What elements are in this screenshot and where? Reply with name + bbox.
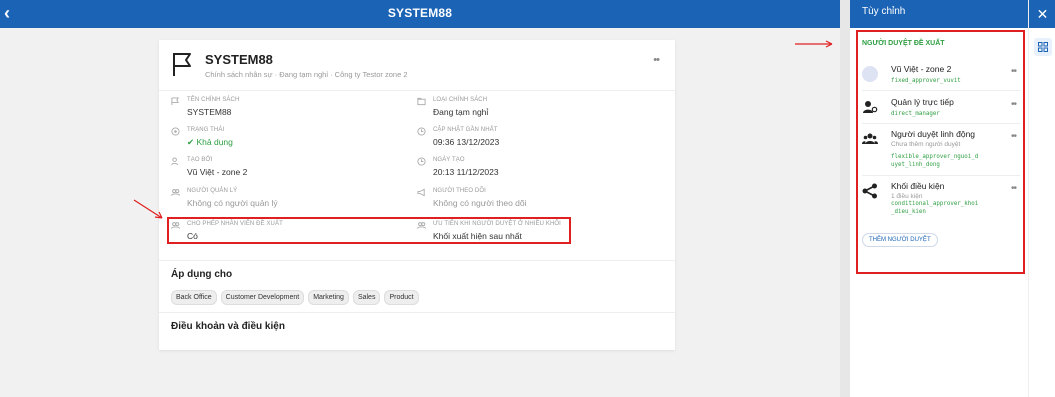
panel-title: Tùy chỉnh — [850, 0, 1028, 28]
grid-icon[interactable] — [1034, 38, 1052, 56]
more-options-icon[interactable]: •• — [1011, 99, 1017, 110]
apply-chips: Back Office Customer Development Marketi… — [171, 290, 419, 305]
users-icon — [171, 189, 180, 196]
more-options-icon[interactable]: •• — [1011, 183, 1017, 194]
avatar-icon — [862, 66, 878, 82]
chip[interactable]: Sales — [352, 290, 381, 305]
page-title: SYSTEM88 — [387, 6, 453, 20]
flag-icon — [173, 53, 191, 76]
divider — [159, 260, 675, 261]
field-value: 20:13 11/12/2023 — [433, 167, 499, 177]
card-subtitle: Chính sách nhân sự · Đang tạm nghỉ · Côn… — [205, 70, 408, 79]
more-options-icon[interactable]: •• — [1011, 131, 1017, 142]
divider — [862, 123, 1020, 124]
chip[interactable]: Customer Development — [220, 290, 305, 305]
policy-card: SYSTEM88 Chính sách nhân sự · Đang tạm n… — [159, 40, 675, 350]
field-value: SYSTEM88 — [187, 107, 232, 117]
field-value: Không có người theo dõi — [433, 198, 527, 208]
clock-icon — [417, 157, 426, 166]
more-options-icon[interactable]: •• — [653, 54, 660, 66]
divider — [862, 90, 1020, 91]
highlight-box — [167, 217, 571, 244]
megaphone-icon — [417, 188, 425, 197]
field-label: TẠO BỞI — [187, 157, 213, 163]
side-strip: ✕ — [1028, 0, 1055, 397]
field-label: NGƯỜI QUẢN LÝ — [187, 188, 238, 194]
approver-item[interactable]: Người duyệt linh động Chưa thêm người du… — [862, 129, 1018, 171]
field-label: CẬP NHẬT GẦN NHẤT — [433, 127, 498, 133]
panel-edge — [840, 0, 850, 397]
divider — [862, 175, 1020, 176]
chip[interactable]: Product — [384, 290, 419, 305]
apply-title: Áp dụng cho — [171, 269, 233, 280]
field-label: TRẠNG THÁI — [187, 127, 225, 133]
field-value: Vũ Việt - zone 2 — [187, 167, 248, 177]
divider — [159, 90, 675, 91]
close-icon[interactable]: ✕ — [1029, 0, 1055, 28]
approver-name: Khối điều kiện — [891, 181, 945, 191]
approver-item[interactable]: Khối điều kiện 1 điều kiện conditional_a… — [862, 181, 1018, 223]
chip[interactable]: Back Office — [171, 290, 217, 305]
status-text: Khả dụng — [196, 137, 233, 147]
more-options-icon[interactable]: •• — [1011, 66, 1017, 77]
folder-icon — [417, 97, 426, 106]
divider — [159, 312, 675, 313]
flag-small-icon — [171, 97, 179, 106]
share-nodes-icon — [862, 183, 877, 199]
approver-code: conditional_approver_khoi _dieu_kien — [891, 201, 979, 215]
field-label: TÊN CHÍNH SÁCH — [187, 97, 240, 103]
approver-code: fixed_approver_vuvit — [891, 78, 961, 84]
approver-name: Vũ Việt - zone 2 — [891, 64, 952, 74]
approver-sub: 1 điều kiện — [891, 193, 923, 200]
approver-sub: Chưa thêm người duyệt — [891, 141, 961, 148]
field-label: LOẠI CHÍNH SÁCH — [433, 97, 488, 103]
card-header: SYSTEM88 Chính sách nhân sự · Đang tạm n… — [171, 48, 663, 90]
card-title: SYSTEM88 — [205, 52, 273, 67]
clock-icon — [417, 127, 426, 136]
approver-name: Quản lý trực tiếp — [891, 97, 954, 107]
add-approver-button[interactable]: THÊM NGƯỜI DUYỆT — [862, 233, 938, 247]
field-value: Đang tạm nghỉ — [433, 107, 489, 117]
status-circle-icon — [171, 127, 180, 136]
top-bar: ‹ SYSTEM88 — [0, 0, 840, 28]
approver-code: flexible_approver_nguoi_d uyet_linh_dong — [891, 154, 979, 168]
chip[interactable]: Marketing — [308, 290, 349, 305]
arrow-icon — [133, 199, 163, 219]
arrow-icon — [795, 40, 833, 48]
approver-code: direct_manager — [891, 111, 940, 117]
approver-item[interactable]: Quản lý trực tiếp direct_manager •• — [862, 97, 1018, 121]
field-value: Không có người quản lý — [187, 198, 278, 208]
status-value: ✔ Khả dụng — [187, 137, 233, 148]
terms-title: Điều khoản và điều kiện — [171, 321, 285, 332]
field-value: 09:36 13/12/2023 — [433, 137, 500, 147]
approvers-section-label: NGƯỜI DUYỆT ĐỀ XUẤT — [862, 40, 945, 47]
approver-item[interactable]: Vũ Việt - zone 2 fixed_approver_vuvit •• — [862, 64, 1018, 88]
field-label: NGÀY TẠO — [433, 157, 465, 163]
user-edit-icon — [171, 157, 178, 166]
group-icon — [862, 133, 878, 144]
manager-icon — [863, 101, 878, 113]
field-label: NGƯỜI THEO DÕI — [433, 188, 486, 194]
approver-name: Người duyệt linh động — [891, 129, 976, 139]
